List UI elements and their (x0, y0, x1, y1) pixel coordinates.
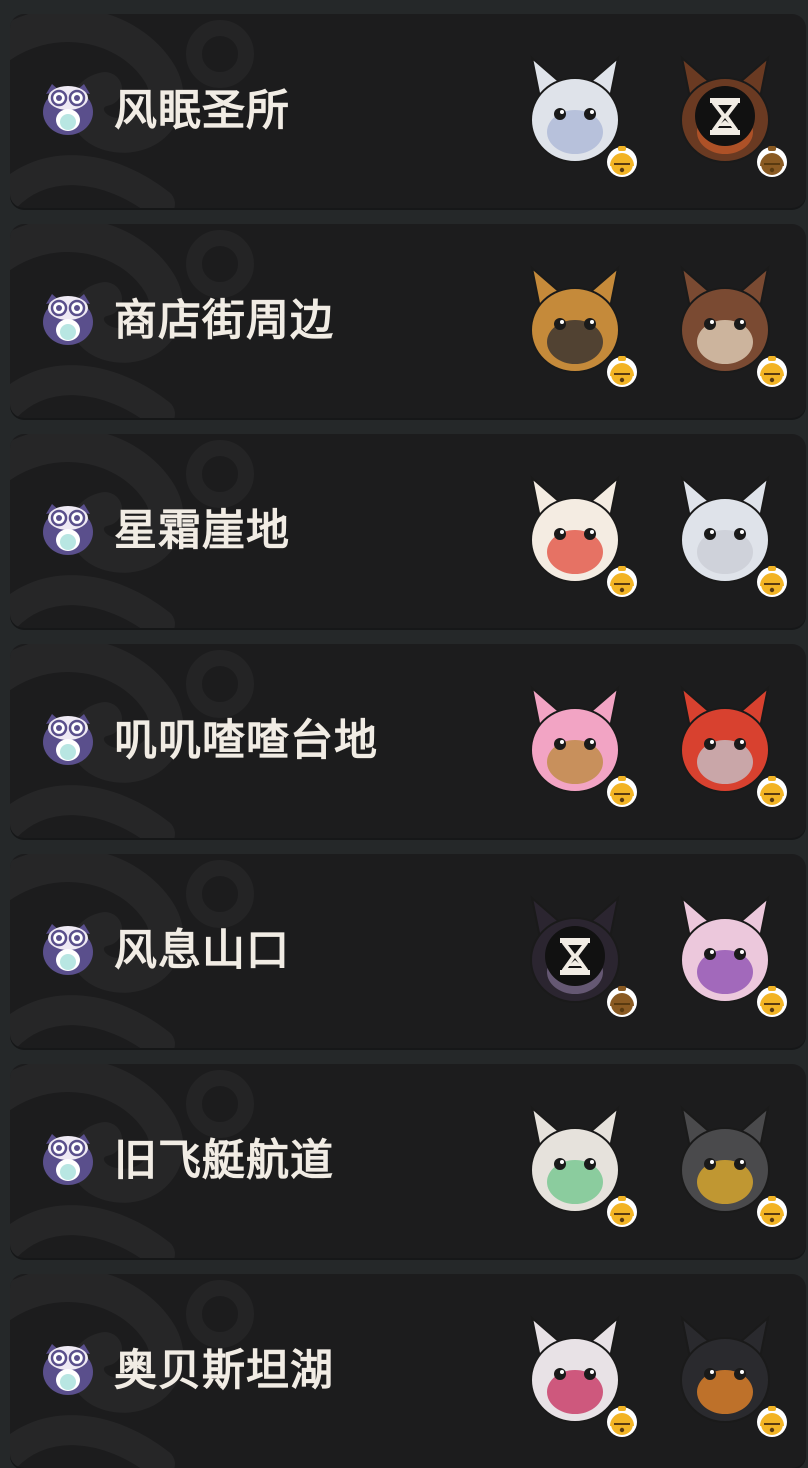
location-name: 风息山口 (114, 926, 290, 976)
location-name: 叽叽喳喳台地 (114, 716, 378, 766)
location-card[interactable]: 旧飞艇航道 (10, 1064, 806, 1258)
pet-overlay (757, 776, 787, 807)
gold-bell-icon (607, 1196, 637, 1227)
location-card[interactable]: 商店街周边 (10, 224, 806, 418)
pet-overlay (757, 566, 787, 597)
location-name: 旧飞艇航道 (114, 1136, 334, 1186)
owl-icon (43, 714, 93, 765)
gold-bell-icon (607, 566, 637, 597)
pet-slot[interactable] (660, 260, 790, 390)
location-name: 商店街周边 (114, 296, 334, 346)
owl-icon (43, 1134, 93, 1185)
owl-icon (43, 1344, 93, 1395)
pet-slot[interactable] (660, 890, 790, 1020)
pet-slot[interactable] (510, 890, 640, 1020)
location-name: 奥贝斯坦湖 (114, 1346, 334, 1396)
gold-bell-icon (757, 356, 787, 387)
gold-bell-icon (607, 356, 637, 387)
owl-icon (43, 84, 93, 135)
bronze-bell-icon (607, 986, 637, 1017)
location-card[interactable]: 风眠圣所 (10, 14, 806, 208)
pet-overlay (757, 356, 787, 387)
gold-bell-icon (607, 776, 637, 807)
pet-slot[interactable] (660, 1100, 790, 1230)
pet-overlay (607, 1406, 637, 1437)
location-card[interactable]: 星霜崖地 (10, 434, 806, 628)
gold-bell-icon (757, 986, 787, 1017)
location-card[interactable]: 奥贝斯坦湖 (10, 1274, 806, 1468)
gold-bell-icon (757, 776, 787, 807)
pet-overlay (607, 776, 637, 807)
pet-overlay (607, 566, 637, 597)
pet-slot[interactable] (510, 680, 640, 810)
pet-overlay (607, 146, 637, 177)
pet-overlay (545, 926, 637, 1017)
pet-slot[interactable] (510, 470, 640, 600)
pet-overlay (607, 1196, 637, 1227)
location-list: 风眠圣所 商店街周边 星霜崖地 叽叽喳喳台地 风息山口 旧飞艇航道 奥贝斯坦湖 (0, 0, 808, 1468)
pet-slot[interactable] (510, 1100, 640, 1230)
location-card[interactable]: 叽叽喳喳台地 (10, 644, 806, 838)
pet-slot[interactable] (660, 1310, 790, 1440)
pet-overlay (607, 356, 637, 387)
gold-bell-icon (757, 1406, 787, 1437)
pet-overlay (757, 986, 787, 1017)
pet-overlay (757, 1406, 787, 1437)
location-card[interactable]: 风息山口 (10, 854, 806, 1048)
location-name: 星霜崖地 (114, 506, 290, 556)
pet-slot[interactable] (660, 680, 790, 810)
gold-bell-icon (757, 566, 787, 597)
pet-overlay (757, 1196, 787, 1227)
pet-slot[interactable] (510, 260, 640, 390)
pet-slot[interactable] (660, 470, 790, 600)
pet-overlay (695, 86, 787, 177)
gold-bell-icon (607, 1406, 637, 1437)
pet-slot[interactable] (660, 50, 790, 180)
pet-slot[interactable] (510, 50, 640, 180)
gold-bell-icon (757, 1196, 787, 1227)
bronze-bell-icon (757, 146, 787, 177)
owl-icon (43, 294, 93, 345)
gold-bell-icon (607, 146, 637, 177)
location-name: 风眠圣所 (114, 86, 290, 136)
owl-icon (43, 504, 93, 555)
pet-slot[interactable] (510, 1310, 640, 1440)
owl-icon (43, 924, 93, 975)
